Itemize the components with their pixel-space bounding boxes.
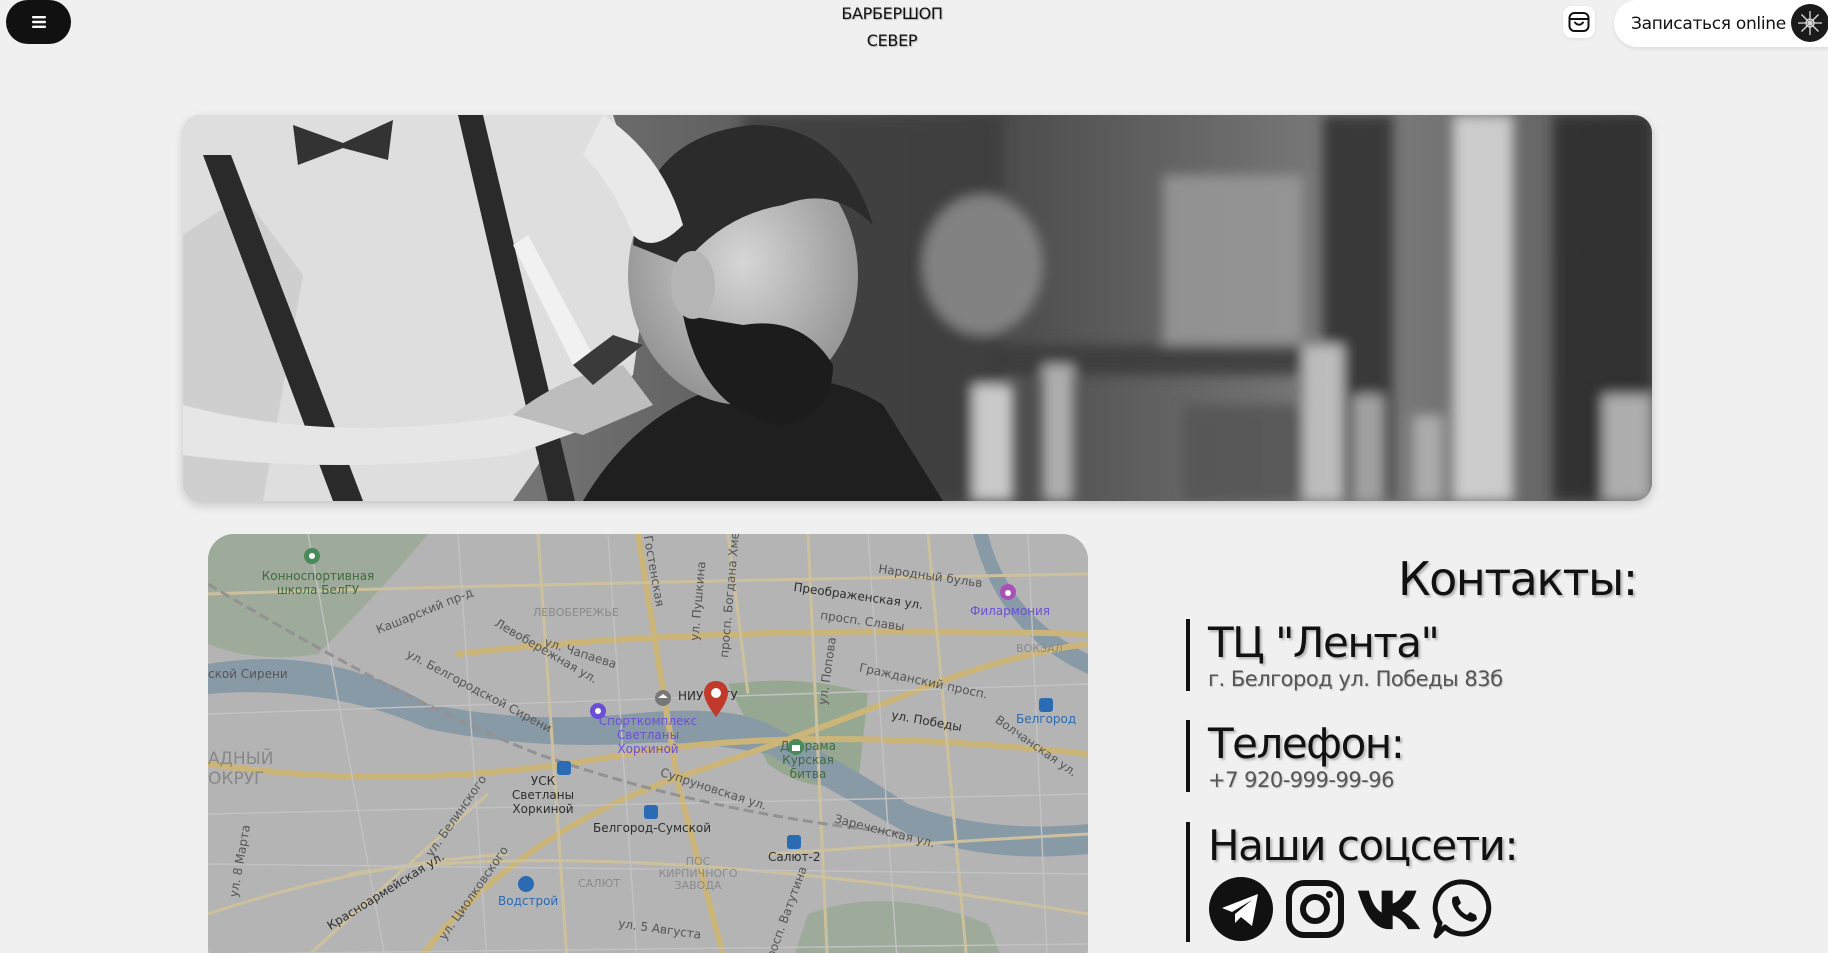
- book-online-label: Записаться online: [1631, 13, 1786, 34]
- instagram-link[interactable]: [1282, 876, 1348, 942]
- map-label: Конноспортивная школа БелГУ: [261, 569, 375, 597]
- location-map[interactable]: Конноспортивная школа БелГУ Гостенская Н…: [208, 534, 1088, 953]
- map-label: Диорама Курская битва: [780, 739, 836, 781]
- whatsapp-link[interactable]: [1430, 876, 1496, 942]
- map-label: САЛЮТ: [578, 877, 621, 890]
- telegram-icon: [1209, 877, 1273, 941]
- location-block: ТЦ "Лента" г. Белгород ул. Победы 83б: [1186, 619, 1503, 691]
- station-poi-icon: [557, 761, 571, 775]
- phone-title: Телефон:: [1208, 719, 1405, 768]
- map-label: ОКРУГ: [208, 769, 265, 789]
- logo-line-1: БАРБЕРШОП: [841, 4, 943, 23]
- shopping-bag-icon: [1568, 12, 1590, 32]
- location-title: ТЦ "Лента": [1208, 618, 1440, 667]
- book-online-button[interactable]: Записаться online: [1614, 0, 1828, 47]
- map-label: Водстрой: [498, 894, 559, 908]
- social-links: [1208, 876, 1517, 942]
- barbershop-logo-icon: [1791, 4, 1828, 42]
- address-text: г. Белгород ул. Победы 83б: [1208, 667, 1503, 691]
- map-label: Филармония: [970, 604, 1051, 618]
- map-label: АДНЫЙ: [208, 749, 274, 769]
- map-label: ВОКЗАЛ: [1016, 642, 1063, 655]
- hero-image: [183, 115, 1652, 501]
- station-poi-icon: [1039, 698, 1053, 712]
- hamburger-icon: [31, 16, 46, 28]
- logo-line-2: СЕВЕР: [866, 31, 918, 50]
- phone-link[interactable]: +7 920-999-99-96: [1208, 768, 1403, 792]
- map-label: ской Сирени: [208, 667, 288, 681]
- menu-button[interactable]: [6, 0, 71, 44]
- map-label: УСК Светланы Хоркиной: [511, 774, 575, 816]
- university-poi-icon: [655, 690, 671, 706]
- school-poi-icon: [304, 548, 320, 564]
- map-pin-icon[interactable]: [702, 679, 730, 719]
- map-label: Белгород-Сумской: [593, 821, 712, 835]
- map-label: Белгород: [1016, 712, 1077, 726]
- station-poi-icon: [518, 876, 534, 892]
- map-label: Спорткомплекс Светланы Хоркиной: [598, 714, 698, 756]
- contacts-title: Контакты:: [1398, 552, 1638, 606]
- instagram-icon: [1286, 880, 1344, 938]
- cart-button[interactable]: [1563, 6, 1595, 38]
- phone-block: Телефон: +7 920-999-99-96: [1186, 719, 1405, 792]
- station-poi-icon: [644, 805, 658, 819]
- site-logo[interactable]: БАРБЕРШОП СЕВЕР: [820, 0, 964, 54]
- map-label: ЛЕВОБЕРЕЖЬЕ: [533, 606, 619, 619]
- social-block: Наши соцсети:: [1186, 821, 1519, 942]
- map-label: НИУ: [678, 689, 704, 703]
- whatsapp-icon: [1432, 879, 1492, 939]
- sport-poi-icon: [590, 703, 606, 719]
- map-label: Салют-2: [768, 850, 821, 864]
- telegram-link[interactable]: [1208, 876, 1274, 942]
- vk-icon: [1357, 890, 1421, 930]
- station-poi-icon: [787, 835, 801, 849]
- vk-link[interactable]: [1356, 876, 1422, 942]
- map-label: ПОС КИРПИЧНОГО ЗАВОДА: [658, 855, 738, 892]
- social-title: Наши соцсети:: [1208, 821, 1519, 870]
- museum-poi-icon: [788, 739, 804, 755]
- philharmonia-poi-icon: [1000, 584, 1016, 600]
